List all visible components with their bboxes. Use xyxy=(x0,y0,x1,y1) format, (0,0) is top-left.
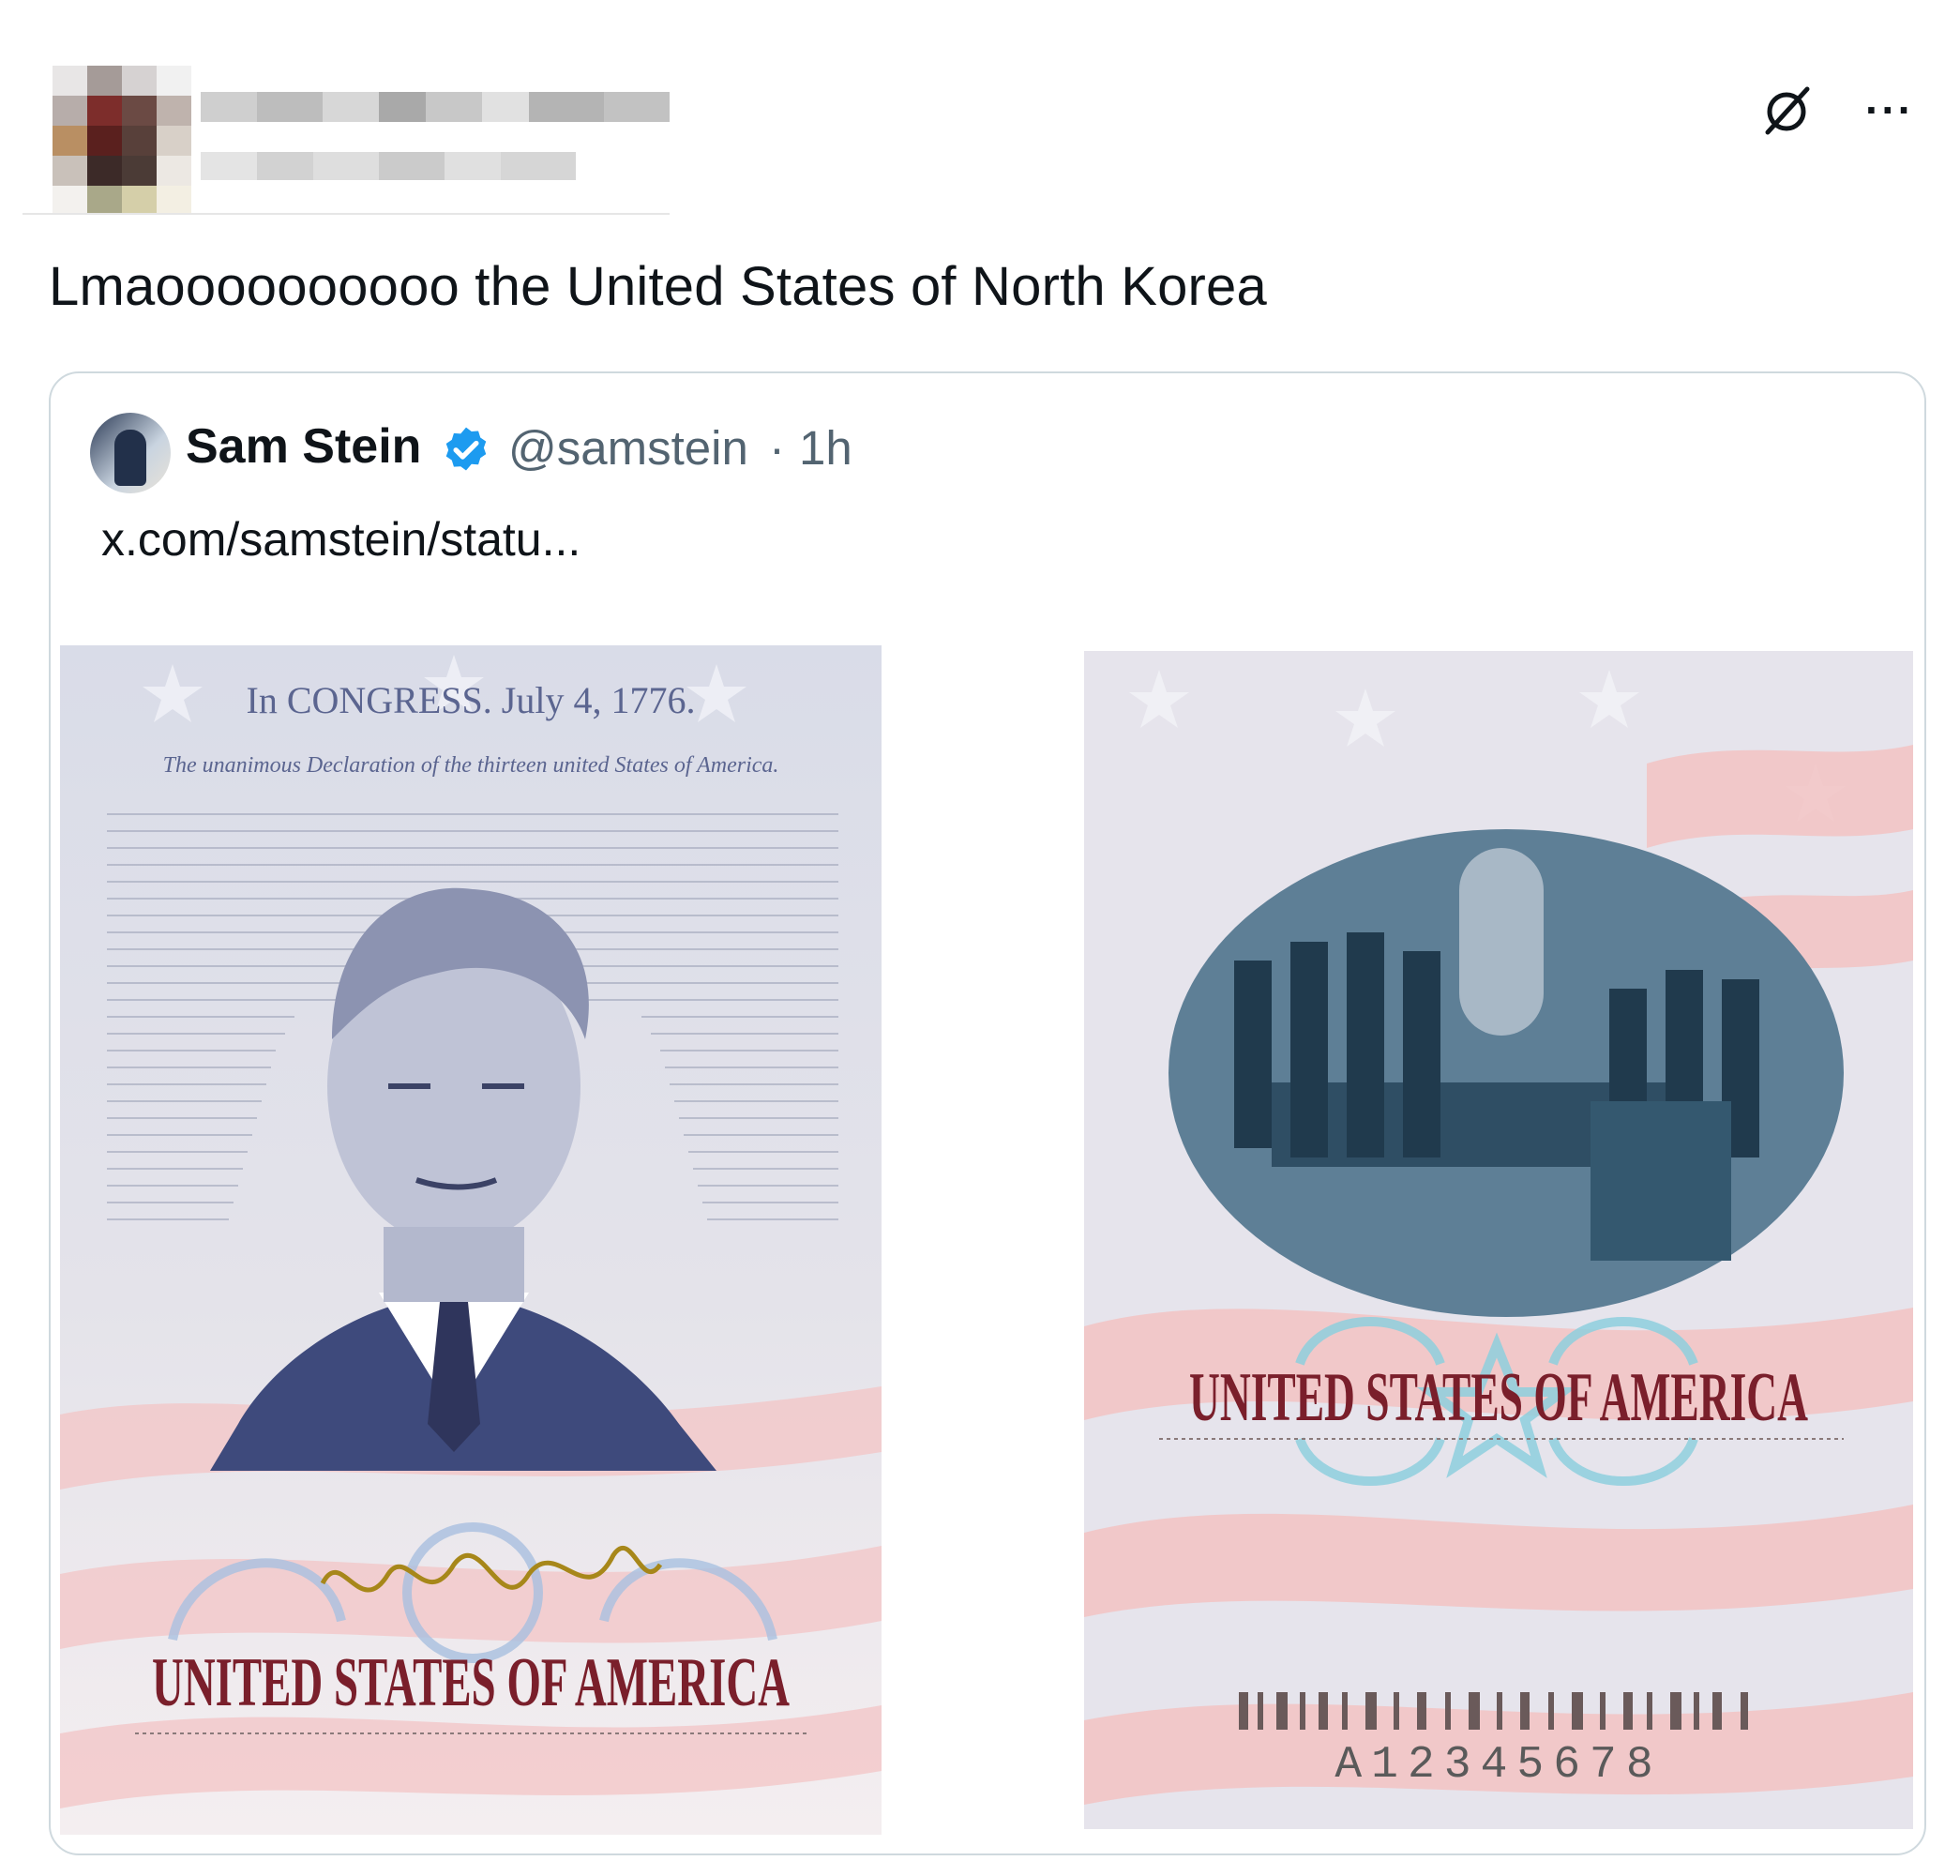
post-text: Lmaoooooooooo the United States of North… xyxy=(49,256,1267,317)
quoted-handle[interactable]: @samstein xyxy=(508,420,748,476)
quoted-display-name[interactable]: Sam Stein xyxy=(186,418,421,475)
quoted-avatar[interactable] xyxy=(90,413,171,493)
passport-page-portrait-image[interactable]: In CONGRESS. July 4, 1776. The unanimous… xyxy=(60,645,882,1835)
passport-page-scene-image[interactable]: UNITED STATES OF AMERICA A12345678 xyxy=(1084,651,1913,1829)
left-subheader: The unanimous Declaration of the thirtee… xyxy=(163,753,779,778)
quoted-post-card[interactable]: Sam Stein @samstein · 1h x.com/samstein/… xyxy=(49,371,1926,1855)
left-header: In CONGRESS. July 4, 1776. xyxy=(247,679,696,721)
quoted-link[interactable]: x.com/samstein/statu... xyxy=(101,512,580,567)
post-actions: ··· xyxy=(1754,77,1922,143)
redacted-display-name[interactable] xyxy=(201,92,670,122)
left-caption: UNITED STATES OF AMERICA xyxy=(152,1644,790,1721)
quoted-timestamp[interactable]: 1h xyxy=(799,420,852,476)
more-dots-icon[interactable]: ··· xyxy=(1857,77,1922,143)
header-divider xyxy=(23,213,670,215)
declaration-scene-illustration xyxy=(1168,829,1844,1317)
grok-slash-icon[interactable] xyxy=(1754,77,1819,143)
right-caption: UNITED STATES OF AMERICA xyxy=(1189,1359,1808,1436)
quoted-separator: · xyxy=(769,421,785,475)
redacted-avatar[interactable] xyxy=(53,66,191,214)
redacted-handle xyxy=(201,152,576,180)
serial-number: A12345678 xyxy=(1334,1740,1662,1791)
redacted-author xyxy=(23,60,670,218)
verified-badge-icon xyxy=(445,427,487,471)
